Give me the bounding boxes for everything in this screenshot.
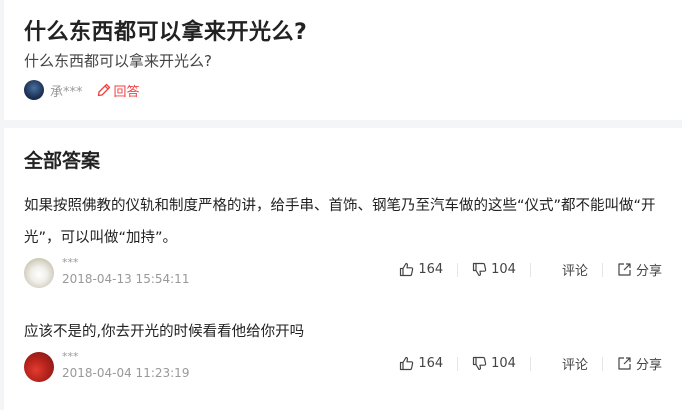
question-meta: 承*** 回答	[24, 80, 140, 100]
divider	[601, 356, 603, 371]
answer-item: 如果按照佛教的仪轨和制度严格的讲，给手串、首饰、钢笔乃至汽车做的这些“仪式”都不…	[4, 190, 682, 300]
answer-time: 2018-04-04 11:23:19	[62, 366, 190, 380]
pencil-icon	[97, 83, 110, 97]
answer-footer: *** 2018-04-13 15:54:11 164 104 评论 分享	[4, 256, 682, 300]
answer-button[interactable]: 回答	[97, 81, 140, 100]
divider	[529, 356, 531, 371]
question-description: 什么东西都可以拿来开光么?	[24, 52, 212, 70]
section-title: 全部答案	[24, 150, 101, 172]
like-button[interactable]: 164	[399, 356, 443, 371]
answer-actions: 164 104 评论 分享	[399, 260, 662, 279]
thumbs-down-icon	[473, 262, 487, 277]
avatar[interactable]	[24, 352, 54, 382]
comment-label: 评论	[561, 264, 588, 279]
answer-time: 2018-04-13 15:54:11	[62, 272, 190, 286]
dislike-count: 104	[491, 356, 516, 371]
answer-footer: *** 2018-04-04 11:23:19 164 104 评论 分享	[4, 350, 682, 394]
dislike-count: 104	[491, 262, 516, 277]
share-icon	[618, 357, 631, 370]
answers-card: 全部答案 如果按照佛教的仪轨和制度严格的讲，给手串、首饰、钢笔乃至汽车做的这些“…	[4, 128, 682, 410]
comment-button[interactable]: 评论	[562, 354, 588, 373]
answer-text: 应该不是的,你去开光的时候看看他给你开吗	[24, 324, 305, 340]
comment-label: 评论	[561, 358, 588, 373]
comment-button[interactable]: 评论	[562, 260, 588, 279]
answer-text: 如果按照佛教的仪轨和制度严格的讲，给手串、首饰、钢笔乃至汽车做的这些“仪式”都不…	[24, 198, 656, 246]
share-icon	[618, 263, 631, 276]
question-title: 什么东西都可以拿来开光么?	[24, 20, 308, 45]
divider	[601, 262, 603, 277]
share-label: 分享	[635, 264, 662, 279]
dislike-button[interactable]: 104	[472, 262, 516, 277]
like-count: 164	[418, 262, 444, 277]
answer-author[interactable]: ***	[62, 350, 79, 363]
avatar[interactable]	[24, 258, 54, 288]
share-label: 分享	[635, 358, 662, 373]
answer-author[interactable]: ***	[62, 256, 79, 269]
like-button[interactable]: 164	[399, 262, 443, 277]
question-author[interactable]: 承***	[50, 81, 83, 100]
question-card: 什么东西都可以拿来开光么? 什么东西都可以拿来开光么? 承*** 回答	[4, 0, 682, 120]
answer-item: 应该不是的,你去开光的时候看看他给你开吗 *** 2018-04-04 11:2…	[4, 316, 682, 394]
answer-button-label: 回答	[113, 84, 140, 100]
divider	[457, 356, 459, 371]
dislike-button[interactable]: 104	[472, 356, 516, 371]
divider	[457, 262, 459, 277]
divider	[529, 262, 531, 277]
share-button[interactable]: 分享	[617, 354, 662, 373]
share-button[interactable]: 分享	[617, 260, 662, 279]
avatar[interactable]	[24, 80, 44, 100]
thumbs-up-icon	[400, 356, 414, 371]
thumbs-up-icon	[400, 262, 414, 277]
answer-actions: 164 104 评论 分享	[399, 354, 662, 373]
like-count: 164	[418, 356, 444, 371]
thumbs-down-icon	[473, 356, 487, 371]
